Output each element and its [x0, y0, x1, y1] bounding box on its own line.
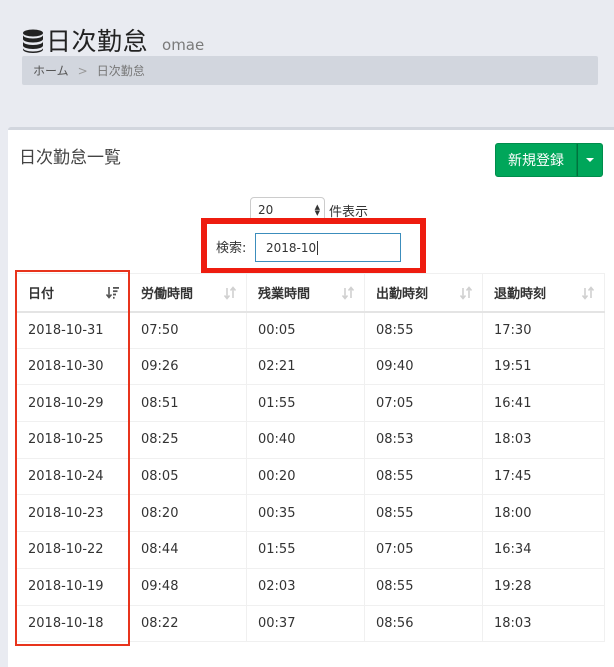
table-cell: 17:45 [482, 457, 605, 496]
table-cell: 08:20 [129, 494, 247, 533]
table-cell: 00:05 [246, 311, 365, 349]
search-input[interactable]: 2018-10 [255, 233, 401, 262]
table-cell: 19:28 [482, 567, 605, 606]
table-cell: 02:03 [246, 567, 365, 606]
table-cell: 08:25 [129, 421, 247, 459]
table-cell: 09:26 [129, 347, 247, 386]
table-cell: 18:00 [482, 494, 605, 533]
table-cell: 16:41 [482, 384, 605, 423]
column-header-2[interactable]: 残業時間 [246, 273, 365, 313]
table-cell: 08:05 [129, 457, 247, 496]
column-header-label: 残業時間 [258, 286, 311, 302]
column-header-label: 労働時間 [141, 286, 194, 302]
table-cell: 08:53 [364, 421, 483, 459]
sort-both-icon [581, 286, 595, 300]
column-header-label: 出勤時刻 [376, 286, 429, 302]
table-cell: 08:55 [364, 457, 483, 496]
search-label: 検索: [216, 241, 247, 256]
new-register-button[interactable]: 新規登録 [495, 143, 577, 177]
table-cell: 18:03 [482, 604, 605, 643]
breadcrumb-home[interactable]: ホーム [33, 62, 69, 79]
table-cell: 00:35 [246, 494, 365, 533]
select-arrows-icon: ▲ ▼ [314, 203, 320, 217]
table-cell: 08:51 [129, 384, 247, 423]
column-header-4[interactable]: 退勤時刻 [482, 273, 605, 313]
table-cell: 18:03 [482, 421, 605, 459]
table-cell: 02:21 [246, 347, 365, 386]
page-length-value: 20 [258, 203, 274, 217]
table-cell: 01:55 [246, 384, 365, 423]
table-cell: 09:48 [129, 567, 247, 606]
table-cell: 00:20 [246, 457, 365, 496]
page-title: 日次勤怠 [46, 27, 149, 56]
page-length-label: 件表示 [329, 204, 369, 220]
table-cell: 08:55 [364, 494, 483, 533]
table-cell: 08:56 [364, 604, 483, 643]
table-cell: 08:55 [364, 311, 483, 349]
table-cell: 07:05 [364, 384, 483, 423]
sort-both-icon [223, 286, 237, 300]
page-subtitle: omae [162, 36, 205, 54]
table-cell: 07:50 [129, 311, 247, 349]
caret-down-icon [586, 158, 594, 162]
table-cell: 08:44 [129, 531, 247, 569]
table-cell: 08:22 [129, 604, 247, 643]
breadcrumb-separator: > [77, 63, 88, 78]
column-header-3[interactable]: 出勤時刻 [364, 273, 483, 313]
date-column-highlight-box [15, 270, 130, 646]
table-cell: 09:40 [364, 347, 483, 386]
new-register-dropdown-toggle[interactable] [577, 143, 603, 177]
table-cell: 01:55 [246, 531, 365, 569]
breadcrumb: ホーム > 日次勤怠 [22, 56, 598, 85]
search-input-value: 2018-10 [266, 240, 317, 255]
text-cursor [317, 240, 319, 255]
breadcrumb-current: 日次勤怠 [96, 64, 145, 78]
table-cell: 07:05 [364, 531, 483, 569]
table-cell: 16:34 [482, 531, 605, 569]
new-button-group: 新規登録 [495, 143, 603, 177]
sort-both-icon [341, 286, 355, 300]
page-header: 日次勤怠 omae [22, 22, 204, 58]
sort-both-icon [459, 286, 473, 300]
table-cell: 00:40 [246, 421, 365, 459]
table-cell: 19:51 [482, 347, 605, 386]
table-cell: 17:30 [482, 311, 605, 349]
column-header-1[interactable]: 労働時間 [129, 273, 247, 313]
database-icon [23, 29, 43, 53]
column-header-label: 退勤時刻 [494, 286, 547, 302]
table-cell: 00:37 [246, 604, 365, 643]
table-cell: 08:55 [364, 567, 483, 606]
panel-title: 日次勤怠一覧 [19, 148, 121, 168]
